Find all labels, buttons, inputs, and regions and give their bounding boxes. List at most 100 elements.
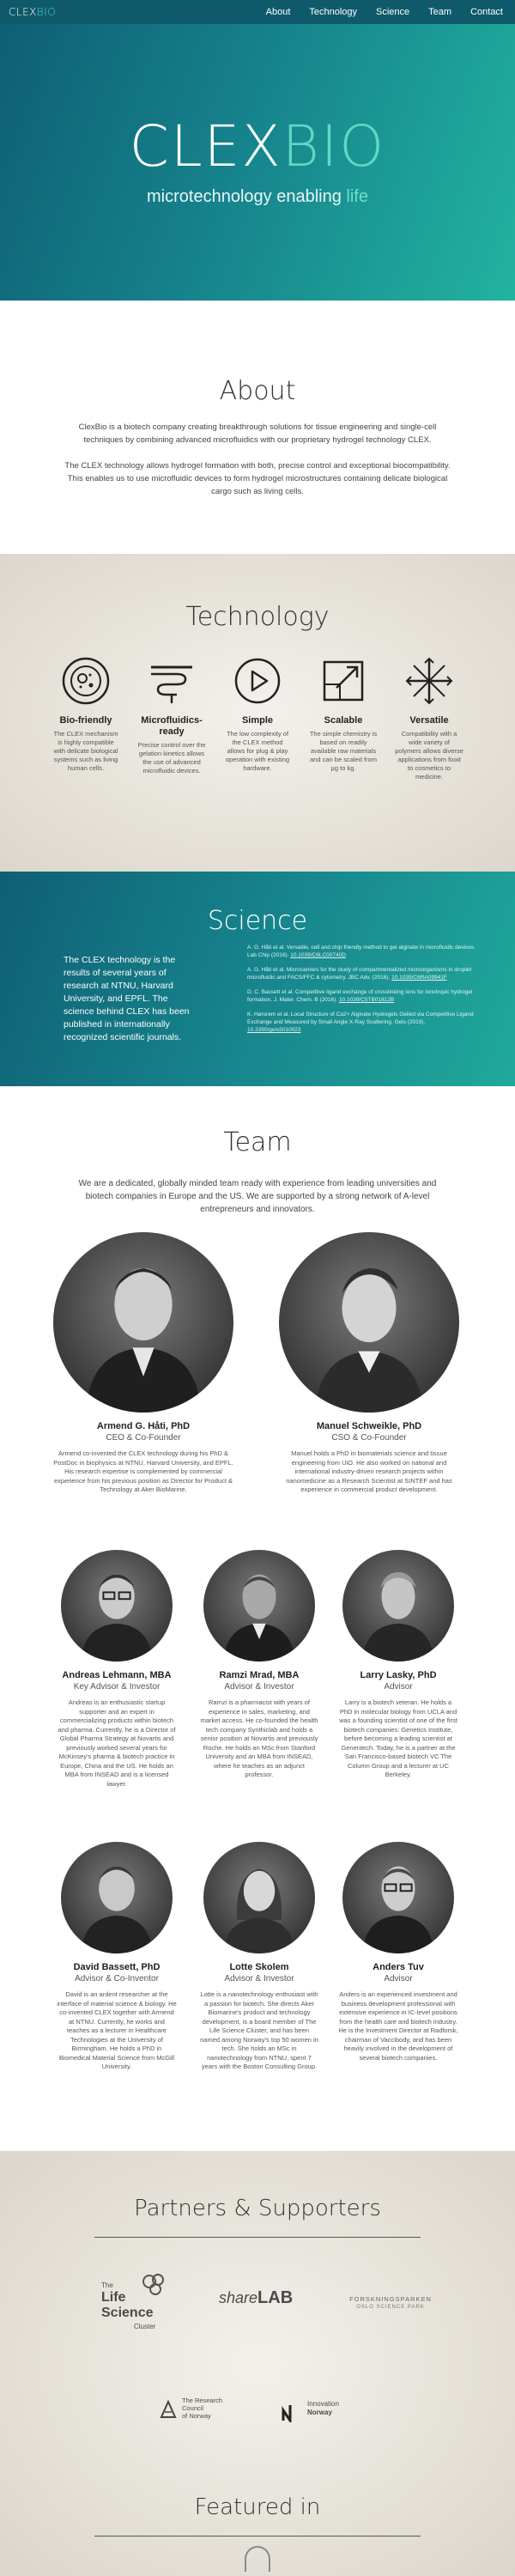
member-role: CEO & Co-Founder [106, 1433, 181, 1443]
avatar [203, 1842, 315, 1953]
top-navbar: CLEXBIO About Technology Science Team Co… [0, 0, 515, 24]
team-title: Team [223, 1127, 292, 1157]
member-name: Armend G. Håti, PhD [96, 1421, 191, 1431]
divider [94, 2237, 421, 2238]
doi-link[interactable]: 10.3390/gels5010023 [247, 1027, 301, 1033]
member-name: Anders Tuv [373, 1962, 424, 1972]
member-name: Larry Lasky, PhD [360, 1670, 437, 1680]
tech-desc: The simple chemistry is based on readily… [309, 730, 378, 772]
avatar [342, 1842, 454, 1953]
member-bio: Anders is an experienced investment and … [338, 1990, 458, 2062]
about-title: About [219, 376, 296, 406]
hero-subtitle: microtechnology enabling life [147, 187, 368, 206]
tech-item-microfluidics: Microfluidics-ready Precise control over… [137, 655, 206, 775]
member-role: Advisor [384, 1682, 413, 1692]
tech-item-versatile: Versatile Compatibility with a wide vari… [395, 655, 464, 781]
avatar [61, 1842, 173, 1953]
life-science-cluster-logo[interactable]: The Life Science Cluster [101, 2271, 179, 2331]
tech-item-scalable: Scalable The simple chemistry is based o… [309, 655, 378, 773]
science-lead: The CLEX technology is the results of se… [64, 955, 190, 1042]
tech-name: Versatile [409, 715, 449, 726]
sharelab-logo[interactable]: shareLAB [219, 2288, 305, 2323]
science-section: Science The CLEX technology is the resul… [0, 872, 515, 1086]
member-role: Advisor & Co-Inventor [75, 1974, 159, 1984]
nav-link-technology[interactable]: Technology [309, 7, 357, 17]
tech-desc: Precise control over the gelation kineti… [137, 741, 206, 775]
member-bio: Lotte is a nanotechnology enthusiast wit… [200, 1990, 318, 2070]
reference-item: A. G. Håti et al. Microcarriers for the … [247, 967, 472, 981]
member-role: Advisor [384, 1974, 413, 1984]
member-bio: Manuel holds a PhD in biomaterials scien… [286, 1449, 452, 1493]
team-member: Anders Tuv Advisor Anders is an experien… [338, 1842, 458, 2063]
avatar [53, 1232, 233, 1413]
team-member: Lotte Skolem Advisor & Investor Lotte is… [199, 1842, 319, 2072]
nav-logo[interactable]: CLEXBIO [9, 6, 56, 18]
member-name: David Bassett, PhD [73, 1962, 161, 1972]
technology-section: Technology Bio-friendly The CLEX mechani… [0, 554, 515, 872]
tech-name: Microfluidics-ready [141, 715, 203, 737]
featured-logo-partial [245, 2546, 270, 2572]
team-section: Team We are a dedicated, globally minded… [0, 1086, 515, 2151]
tech-name: Simple [241, 715, 274, 726]
avatar [61, 1550, 173, 1662]
team-member: Ramzi Mrad, MBA Advisor & Investor Ramzi… [199, 1550, 319, 1780]
doi-link[interactable]: 10.1039/C6RA09941F [391, 975, 447, 981]
avatar [203, 1550, 315, 1662]
member-bio: David is an ardent researcher at the int… [57, 1990, 177, 2070]
member-name: Andreas Lehmann, MBA [62, 1670, 172, 1680]
team-member: David Bassett, PhD Advisor & Co-Inventor… [57, 1842, 177, 2072]
nav-link-about[interactable]: About [266, 7, 291, 17]
nav-link-contact[interactable]: Contact [470, 7, 503, 17]
hero-section: CLEXBIO microtechnology enabling life [0, 24, 515, 301]
play-icon [234, 658, 281, 704]
member-name: Lotte Skolem [229, 1962, 289, 1972]
avatar [342, 1550, 454, 1662]
member-role: Advisor & Investor [224, 1682, 294, 1692]
cell-icon [62, 657, 110, 705]
member-bio: Armend co-invented the CLEX technology d… [53, 1449, 233, 1493]
research-council-logo[interactable]: The Research Council of Norway [160, 2397, 237, 2431]
about-paragraph-1: ClexBio is a biotech company creating br… [78, 422, 437, 445]
nav-links: About Technology Science Team Contact [266, 7, 503, 17]
member-bio: Larry is a biotech veteran. He holds a P… [339, 1698, 457, 1778]
hero-title: CLEXBIO [129, 113, 386, 179]
divider [94, 2536, 421, 2537]
technology-title: Technology [185, 602, 330, 632]
doi-link[interactable]: 10.1039/C5TB01812B [339, 997, 394, 1003]
member-bio: Ramzi is a pharmacist with years of expe… [200, 1698, 318, 1778]
member-bio: Andreas is an enthusiastic startup suppo… [58, 1698, 176, 1788]
partners-section: Partners & Supporters The Life Science C… [0, 2151, 515, 2576]
member-role: CSO & Co-Founder [331, 1433, 407, 1443]
team-member: Larry Lasky, PhD Advisor Larry is a biot… [338, 1550, 458, 1780]
tech-desc: The low complexity of the CLEX method al… [225, 730, 290, 772]
versatile-icon [405, 657, 453, 705]
innovation-norway-logo[interactable]: Innovation Norway [282, 2398, 359, 2427]
reference-item: K. Hørsrem et al. Local Structure of Ca2… [247, 1012, 474, 1033]
about-paragraph-2: The CLEX technology allows hydrogel form… [64, 461, 451, 496]
member-name: Ramzi Mrad, MBA [219, 1670, 300, 1680]
tech-desc: The CLEX mechanism is highly compatible … [53, 730, 118, 772]
nav-link-science[interactable]: Science [376, 7, 409, 17]
doi-link[interactable]: 10.1039/C6LC00740D [290, 952, 346, 958]
tech-name: Bio-friendly [59, 715, 112, 726]
member-name: Manuel Schweikle, PhD [316, 1421, 422, 1431]
avatar [279, 1232, 459, 1413]
microfluidics-icon [151, 665, 192, 703]
tech-item-simple: Simple The low complexity of the CLEX me… [223, 655, 292, 773]
scale-icon [323, 660, 364, 702]
partners-title: Partners & Supporters [134, 2196, 381, 2221]
forskningsparken-logo[interactable]: FORSKNINGSPARKEN OSLO SCIENCE PARK [343, 2295, 438, 2321]
team-intro: We are a dedicated, globally minded team… [78, 1179, 437, 1214]
nav-link-team[interactable]: Team [428, 7, 451, 17]
science-references: A. G. Håti et al. Versatile, cell and ch… [247, 944, 477, 1041]
tech-name: Scalable [324, 715, 363, 726]
about-section: About ClexBio is a biotech company creat… [0, 301, 515, 554]
reference-item: A. G. Håti et al. Versatile, cell and ch… [247, 945, 476, 958]
featured-title: Featured in [194, 2494, 321, 2520]
team-member: Armend G. Håti, PhD CEO & Co-Founder Arm… [53, 1232, 233, 1495]
tech-desc: Compatibility with a wide variety of pol… [395, 730, 464, 781]
team-member: Andreas Lehmann, MBA Key Advisor & Inves… [57, 1550, 177, 1789]
reference-item: D. C. Bassett et al. Competitive ligand … [247, 989, 473, 1003]
science-title: Science [207, 906, 308, 936]
member-role: Advisor & Investor [224, 1974, 294, 1984]
